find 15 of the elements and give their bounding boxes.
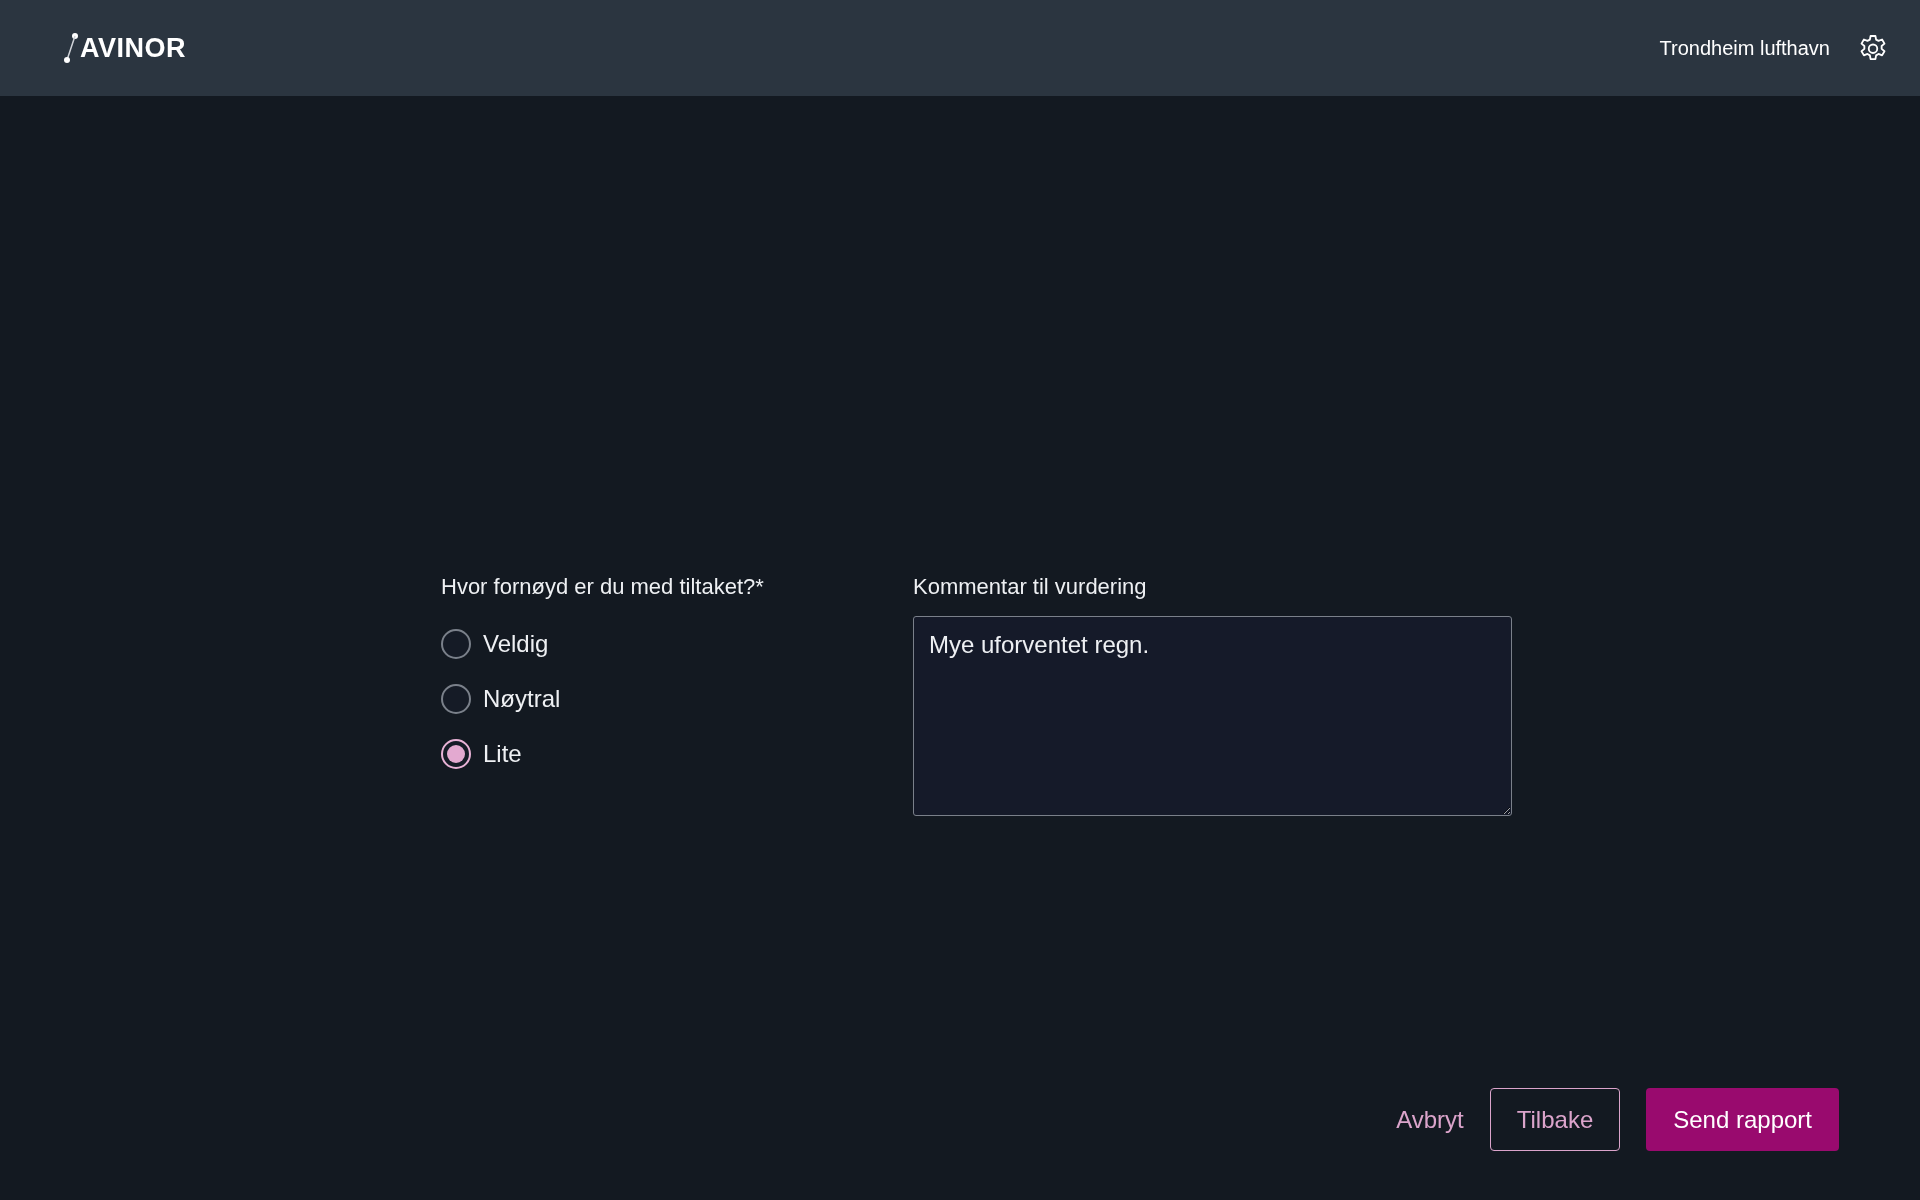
- logo-icon: [64, 32, 78, 64]
- back-button[interactable]: Tilbake: [1489, 1088, 1621, 1151]
- radio-label[interactable]: Veldig: [483, 629, 549, 658]
- radio-button[interactable]: [441, 683, 471, 714]
- radio-label[interactable]: Nøytral: [483, 684, 561, 713]
- send-button[interactable]: Send rapport: [1646, 1088, 1839, 1151]
- radio-button[interactable]: [441, 738, 471, 769]
- logo-text: AVINOR: [80, 32, 186, 64]
- location-name: Trondheim lufthavn: [1659, 36, 1830, 60]
- comment-label: Kommentar til vurdering: [913, 573, 1148, 601]
- radio-button[interactable]: [441, 628, 471, 659]
- radio-label[interactable]: Lite: [483, 739, 522, 768]
- cancel-link[interactable]: Avbryt: [1396, 1088, 1464, 1151]
- comment-field[interactable]: Mye uforventet regn.: [913, 616, 1512, 816]
- rating-question: Hvor fornøyd er du med tiltaket?*: [441, 573, 765, 601]
